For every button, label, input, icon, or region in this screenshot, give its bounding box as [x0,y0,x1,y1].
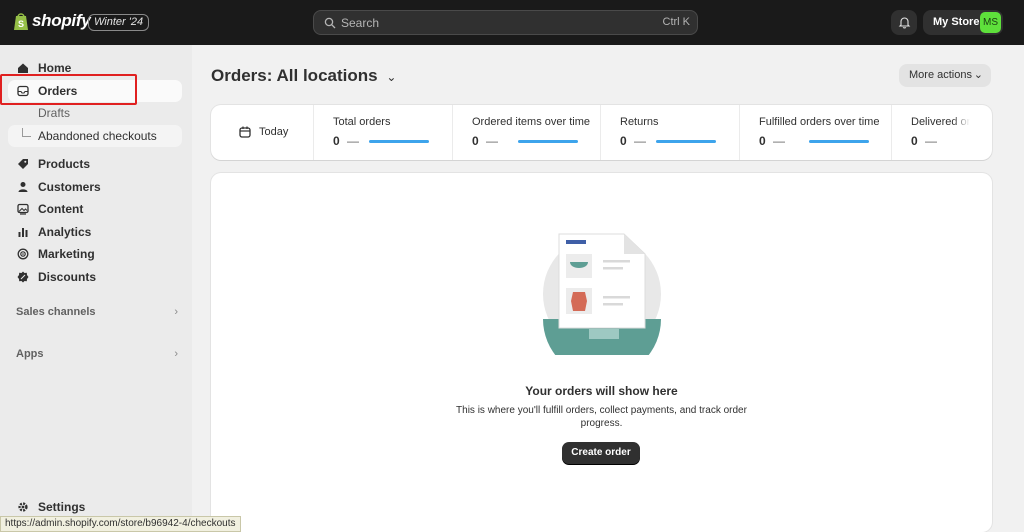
orders-empty-illustration [543,233,661,355]
chevron-down-icon: ⌄ [973,69,983,81]
more-actions-button[interactable]: More actions ⌄ [899,64,991,87]
sparkline [518,140,578,143]
location-selector[interactable]: All locations [277,66,378,85]
create-order-button[interactable]: Create order [562,442,640,464]
notifications-button[interactable] [891,10,917,35]
sidebar-item-label: Products [38,157,91,171]
metric-value: 0 [620,134,627,148]
home-icon [18,63,28,73]
highlight-box [0,74,137,105]
sidebar-item-label: Abandoned checkouts [38,129,157,143]
sparkline [809,140,869,143]
metric-value: 0 [472,134,479,148]
store-menu-button[interactable]: My Store MS [923,10,1003,35]
metric-label: Ordered items over time [472,116,590,128]
metrics-bar: Today Total orders 0 — Ordered items ove… [211,105,992,160]
metric-label: Fulfilled orders over time [759,116,880,128]
edition-badge[interactable]: Winter '24 [88,14,150,31]
section-label: Sales channels [16,306,96,318]
metric-returns[interactable]: Returns 0 — [601,105,740,160]
metric-change: — [925,134,937,148]
image-icon [17,203,29,215]
shopify-logo[interactable]: S shopify [13,11,91,31]
person-icon [18,182,28,192]
metric-label: Returns [620,116,659,128]
sidebar-item-label: Customers [38,180,101,194]
sidebar-item-label: Analytics [38,225,92,239]
metric-value: 0 [333,134,340,148]
metric-label: Total orders [333,116,391,128]
search-shortcut: Ctrl K [662,16,691,28]
metric-change: — [486,134,498,148]
sidebar-item-label: Discounts [38,270,97,284]
apps-section[interactable]: Apps › [16,348,178,360]
sidebar-item-label: Content [38,202,84,216]
sidebar-item-discounts[interactable]: Discounts [8,266,182,288]
tree-connector [22,128,31,137]
sidebar-item-abandoned-checkouts[interactable]: Abandoned checkouts [8,125,182,147]
metric-change: — [773,134,785,148]
chevron-down-icon[interactable]: ⌄ [386,70,396,84]
sidebar-item-analytics[interactable]: Analytics [8,221,182,243]
target-icon [17,248,29,260]
sidebar-item-drafts[interactable]: Drafts [8,102,182,124]
metric-change: — [634,134,646,148]
bell-icon [898,17,910,29]
svg-text:S: S [18,19,24,29]
sidebar-item-products[interactable]: Products [8,153,182,175]
top-bar: S shopify Winter '24 Search Ctrl K My St… [0,0,1024,45]
sidebar-item-content[interactable]: Content [8,198,182,220]
date-filter-label: Today [259,126,289,138]
sidebar-item-label: Marketing [38,247,95,261]
sidebar-item-label: Drafts [38,106,71,120]
sidebar-item-customers[interactable]: Customers [8,176,182,198]
sidebar-item-marketing[interactable]: Marketing [8,243,182,265]
calendar-icon [239,126,251,138]
empty-state-card: Your orders will show here This is where… [211,173,992,532]
metric-total-orders[interactable]: Total orders 0 — [314,105,453,160]
sparkline [656,140,716,143]
more-actions-label: More actions [909,69,972,81]
search-placeholder: Search [341,16,380,30]
avatar: MS [980,12,1001,33]
sidebar-item-label: Home [38,61,72,75]
page-title: Orders: All locations ⌄ [211,66,396,86]
empty-state-description: This is where you'll fulfill orders, col… [456,405,747,429]
sidebar: Home Orders Drafts Abandoned checkouts P… [0,45,192,532]
sidebar-item-settings[interactable]: Settings [8,496,182,518]
sidebar-item-label: Settings [38,500,86,514]
tag-icon [18,159,28,169]
metric-delivered-orders[interactable]: Delivered or 0 — [892,105,992,160]
empty-state-title: Your orders will show here [525,384,678,398]
chevron-right-icon: › [174,348,178,360]
search-input[interactable]: Search Ctrl K [313,10,698,35]
browser-status-url: https://admin.shopify.com/store/b96942-4… [0,516,241,532]
metric-label: Delivered or [911,116,971,128]
metric-fulfilled-orders[interactable]: Fulfilled orders over time 0 — [740,105,892,160]
section-label: Apps [16,348,44,360]
metric-value: 0 [759,134,766,148]
search-icon [324,17,336,29]
metric-change: — [347,134,359,148]
chevron-right-icon: › [174,306,178,318]
gear-icon [18,502,28,512]
store-name: My Store [933,16,980,28]
metric-ordered-items[interactable]: Ordered items over time 0 — [453,105,601,160]
bar-chart-icon [18,228,28,237]
discount-icon [17,271,29,283]
metric-value: 0 [911,134,918,148]
sales-channels-section[interactable]: Sales channels › [16,306,178,318]
shopify-bag-icon: S [14,13,28,30]
brand-name: shopify [32,11,91,30]
page-title-prefix: Orders: [211,66,273,85]
sparkline [369,140,429,143]
date-filter-button[interactable]: Today [211,105,314,160]
